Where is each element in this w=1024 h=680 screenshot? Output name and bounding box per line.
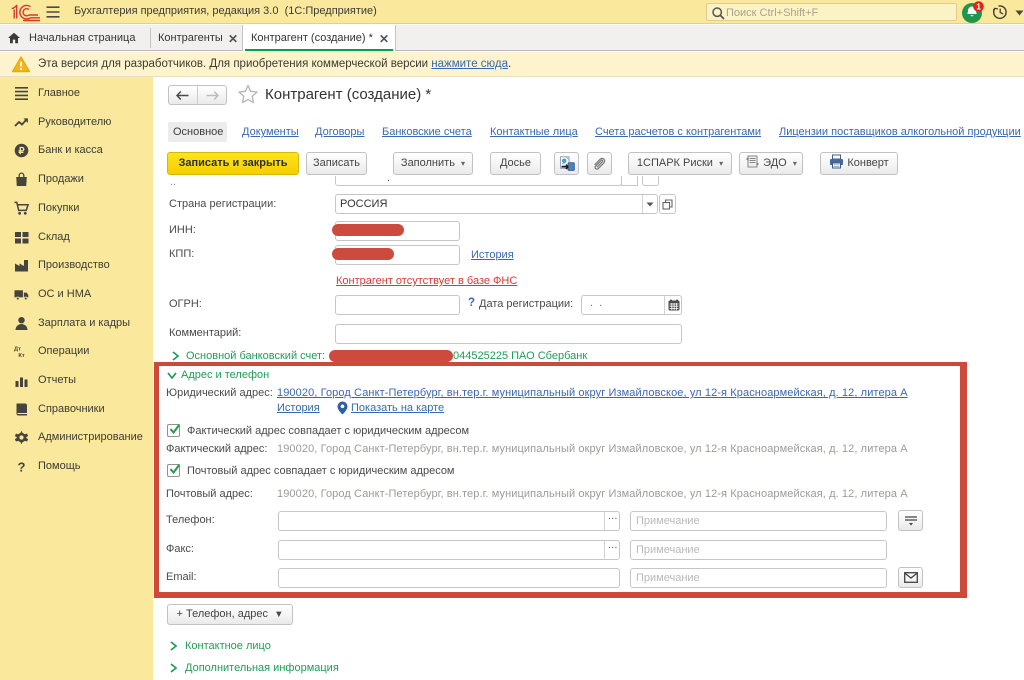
svg-text:1: 1	[976, 2, 981, 12]
svg-text:?: ?	[18, 460, 26, 475]
svg-text:Кт: Кт	[18, 353, 24, 359]
svg-text:Дт: Дт	[14, 347, 21, 353]
svg-text:₽: ₽	[18, 146, 25, 157]
